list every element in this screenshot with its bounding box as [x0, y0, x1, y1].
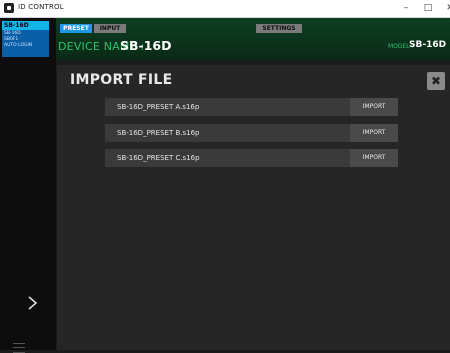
hamburger-menu-icon[interactable]: [13, 343, 25, 353]
sidebar: SB-16D SB-16D SB0F1 AUTO LOGIN: [0, 18, 56, 353]
app-title: ID CONTROL: [18, 3, 64, 11]
file-name: SB-16D_PRESET A.s16p: [117, 103, 200, 111]
import-button[interactable]: IMPORT: [350, 98, 398, 116]
dialog-title: IMPORT FILE: [70, 72, 173, 88]
tab-input[interactable]: INPUT: [94, 24, 126, 33]
import-file-dialog: IMPORT FILE ✖ SB-16D_PRESET A.s16p IMPOR…: [57, 65, 450, 350]
selected-device-tile[interactable]: SB-16D: [2, 21, 49, 30]
model-value: SB-16D: [409, 40, 447, 50]
import-button[interactable]: IMPORT: [350, 124, 398, 142]
file-name: SB-16D_PRESET B.s16p: [117, 129, 200, 137]
file-row[interactable]: SB-16D_PRESET C.s16p: [105, 149, 350, 167]
file-row[interactable]: SB-16D_PRESET A.s16p: [105, 98, 350, 116]
device-name-value: SB-16D: [120, 38, 172, 53]
device-header: PRESET INPUT SETTINGS DEVICE NAME : SB-1…: [56, 18, 450, 60]
device-info-tile[interactable]: SB-16D SB0F1 AUTO LOGIN: [2, 30, 49, 57]
maximize-button[interactable]: □: [420, 1, 436, 15]
file-name: SB-16D_PRESET C.s16p: [117, 154, 200, 162]
app-icon: [4, 3, 14, 13]
file-row[interactable]: SB-16D_PRESET B.s16p: [105, 124, 350, 142]
close-dialog-button[interactable]: ✖: [427, 72, 445, 90]
close-window-button[interactable]: ✕: [442, 1, 450, 15]
chevron-right-icon[interactable]: [26, 296, 40, 310]
tab-settings[interactable]: SETTINGS: [256, 24, 302, 33]
device-info-line: AUTO LOGIN: [4, 43, 33, 48]
window-titlebar: ID CONTROL – □ ✕: [0, 0, 450, 18]
minimize-button[interactable]: –: [398, 1, 414, 15]
tab-preset[interactable]: PRESET: [60, 24, 92, 33]
import-button[interactable]: IMPORT: [350, 149, 398, 167]
